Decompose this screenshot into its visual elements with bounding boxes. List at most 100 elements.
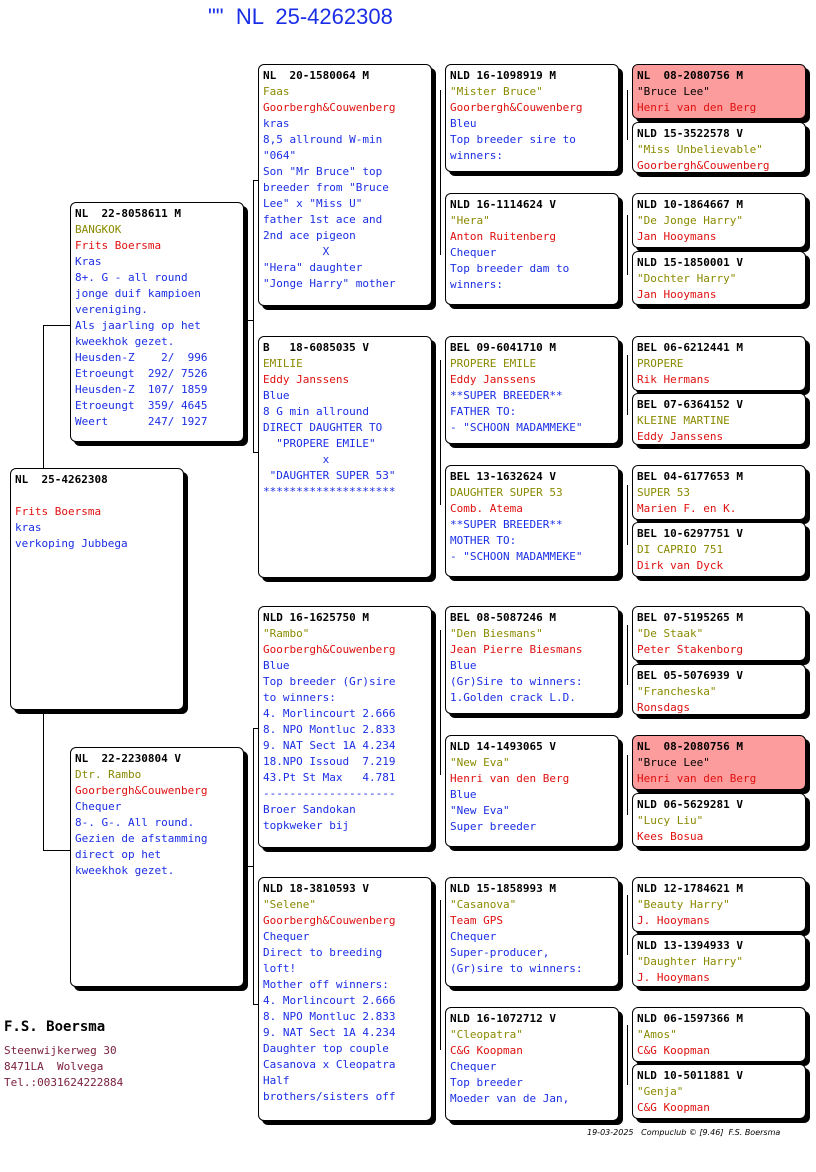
info-line: 8. NPO Montluc 2.833 <box>263 1010 396 1023</box>
pigeon-name: "De Staak" <box>637 627 704 640</box>
sire-card[interactable]: NL 22-8058611 M BANGKOK Frits Boersma Kras 8… <box>70 202 244 442</box>
ring-number: BEL 10-6297751 V <box>637 527 743 540</box>
info-line: Son "Mr Bruce" top <box>263 165 383 178</box>
ggp-card-6[interactable]: BEL 07-6364152 V KLEINE MARTINE Eddy Janss… <box>632 393 806 445</box>
pigeon-name: "Amos" <box>637 1028 677 1041</box>
ring-number: NL 22-2230804 V <box>75 752 181 765</box>
info-line: 8,5 allround W-min <box>263 133 383 146</box>
info-line: X <box>263 245 330 258</box>
ss-sire-card[interactable]: NLD 16-1098919 M "Mister Bruce" Goorbergh&… <box>445 64 619 172</box>
pigeon-name: "De Jonge Harry" <box>637 214 743 227</box>
info-line: Chequer <box>450 1060 497 1073</box>
connector <box>627 90 628 140</box>
info-line: Gezien de afstamming <box>75 832 208 845</box>
info-line: to winners: <box>263 691 336 704</box>
owner-name: C&G Koopman <box>637 1101 710 1114</box>
connector <box>440 900 441 1050</box>
info-line: 9. NAT Sect 1A 4.234 <box>263 739 396 752</box>
owner-name: Kees Bosua <box>637 830 704 843</box>
connector <box>244 320 253 321</box>
info-line: winners: <box>450 278 503 291</box>
ring-number: BEL 07-5195265 M <box>637 611 743 624</box>
sire-dam-card[interactable]: B 18-6085035 V EMILIE Eddy Janssens Blue 8 G… <box>258 336 432 578</box>
owner-name: Henri van den Berg <box>450 772 570 785</box>
sd-dam-card[interactable]: BEL 13-1632624 V DAUGHTER SUPER 53 Comb. A… <box>445 465 619 577</box>
ggp-card-9[interactable]: BEL 07-5195265 M "De Staak" Peter Stakenbo… <box>632 606 806 661</box>
owner-name: J. Hooymans <box>637 971 710 984</box>
owner-name: Team GPS <box>450 914 503 927</box>
pigeon-name: "Mister Bruce" <box>450 85 543 98</box>
subject-card[interactable]: NL 25-4262308 Frits Boersma kras verkoping… <box>10 468 184 710</box>
connector <box>43 850 71 851</box>
info-line: Moeder van de Jan, <box>450 1092 570 1105</box>
ggp-card-4[interactable]: NLD 15-1850001 V "Dochter Harry" Jan Hooym… <box>632 251 806 305</box>
ring-number: BEL 13-1632624 V <box>450 470 556 483</box>
connector <box>627 625 628 685</box>
ggp-card-1[interactable]: NL 08-2080756 M "Bruce Lee" Henri van den … <box>632 64 806 119</box>
sd-sire-card[interactable]: BEL 09-6041710 M PROPERE EMILE Eddy Jansse… <box>445 336 619 444</box>
ggp-card-7[interactable]: BEL 04-6177653 M SUPER 53 Marien F. en K. <box>632 465 806 520</box>
dam-sire-card[interactable]: NLD 16-1625750 M "Rambo" Goorbergh&Couwenb… <box>258 606 432 848</box>
ggp-card-12[interactable]: NLD 06-5629281 V "Lucy Liu" Kees Bosua <box>632 793 806 847</box>
owner-name: Henri van den Berg <box>637 772 757 785</box>
pigeon-name: Dtr. Rambo <box>75 768 142 781</box>
ring-number: NLD 12-1784621 M <box>637 882 743 895</box>
owner-name: Frits Boersma <box>15 505 102 518</box>
pigeon-name: DI CAPRIO 751 <box>637 543 724 556</box>
ring-number: NLD 15-1858993 M <box>450 882 556 895</box>
sire-sire-card[interactable]: NL 20-1580064 M Faas Goorbergh&Couwenberg k… <box>258 64 432 306</box>
owner-name: Goorbergh&Couwenberg <box>450 101 583 114</box>
pigeon-name: "Beauty Harry" <box>637 898 730 911</box>
ggp-card-2[interactable]: NLD 15-3522578 V "Miss Unbelievable" Goorb… <box>632 122 806 173</box>
owner-name: Rik Hermans <box>637 373 710 386</box>
info-line: "New Eva" <box>450 804 510 817</box>
pigeon-name: DAUGHTER SUPER 53 <box>450 486 563 499</box>
info-line: 8-. G-. All round. <box>75 816 195 829</box>
owner-name: Peter Stakenborg <box>637 643 743 656</box>
dd-dam-card[interactable]: NLD 16-1072712 V "Cleopatra" C&G Koopman Ch… <box>445 1007 619 1121</box>
info-line: kweekhok gezet. <box>75 335 175 348</box>
owner-name: Eddy Janssens <box>263 373 350 386</box>
ss-dam-card[interactable]: NLD 16-1114624 V "Hera" Anton Ruitenberg Ch… <box>445 193 619 305</box>
ggp-card-15[interactable]: NLD 06-1597366 M "Amos" C&G Koopman <box>632 1007 806 1062</box>
info-line: - "SCHOON MADAMMEKE" <box>450 550 583 563</box>
ggp-card-11[interactable]: NL 08-2080756 M "Bruce Lee" Henri van den … <box>632 735 806 790</box>
ggp-card-3[interactable]: NLD 10-1864667 M "De Jonge Harry" Jan Hooy… <box>632 193 806 248</box>
ggp-card-13[interactable]: NLD 12-1784621 M "Beauty Harry" J. Hooyman… <box>632 877 806 932</box>
connector <box>627 355 628 415</box>
pigeon-name: PROPERE <box>637 357 684 370</box>
info-line: Half <box>263 1074 290 1087</box>
owner-name: J. Hooymans <box>637 914 710 927</box>
ggp-card-5[interactable]: BEL 06-6212441 M PROPERE Rik Hermans <box>632 336 806 391</box>
info-line: Chequer <box>450 246 497 259</box>
ggp-card-16[interactable]: NLD 10-5011881 V "Genja" C&G Koopman <box>632 1064 806 1119</box>
ring-number: BEL 05-5076939 V <box>637 669 743 682</box>
pigeon-name: "Francheska" <box>637 685 717 698</box>
dam-card[interactable]: NL 22-2230804 V Dtr. Rambo Goorbergh&Couwe… <box>70 747 244 987</box>
info-line: Chequer <box>263 930 310 943</box>
pigeon-name: BANGKOK <box>75 223 122 236</box>
connector <box>43 712 44 850</box>
info-line: Etroeungt 359/ 4645 <box>75 399 208 412</box>
owner-name: Goorbergh&Couwenberg <box>263 101 396 114</box>
connector <box>43 325 44 469</box>
owner-name: Eddy Janssens <box>637 430 724 443</box>
info-line: vereniging. <box>75 303 148 316</box>
ring-number: NLD 10-5011881 V <box>637 1069 743 1082</box>
info-line: Weert 247/ 1927 <box>75 415 208 428</box>
dd-sire-card[interactable]: NLD 15-1858993 M "Casanova" Team GPS Cheque… <box>445 877 619 987</box>
ring-number: NLD 13-1394933 V <box>637 939 743 952</box>
ds-sire-card[interactable]: BEL 08-5087246 M "Den Biesmans" Jean Pierr… <box>445 606 619 714</box>
breeder-phone: Tel.:0031624222884 <box>4 1076 124 1089</box>
owner-name: Frits Boersma <box>75 239 162 252</box>
ggp-card-8[interactable]: BEL 10-6297751 V DI CAPRIO 751 Dirk van Dy… <box>632 522 806 577</box>
ds-dam-card[interactable]: NLD 14-1493065 V "New Eva" Henri van den B… <box>445 735 619 847</box>
dam-dam-card[interactable]: NLD 18-3810593 V "Selene" Goorbergh&Couwen… <box>258 877 432 1121</box>
ggp-card-10[interactable]: BEL 05-5076939 V "Francheska" Ronsdags <box>632 664 806 715</box>
ring-number: NLD 15-1850001 V <box>637 256 743 269</box>
ring-number: B 18-6085035 V <box>263 341 369 354</box>
ggp-card-14[interactable]: NLD 13-1394933 V "Daughter Harry" J. Hooym… <box>632 934 806 987</box>
ring-number: NLD 14-1493065 V <box>450 740 556 753</box>
owner-name: C&G Koopman <box>450 1044 523 1057</box>
info-line: kras <box>263 117 290 130</box>
